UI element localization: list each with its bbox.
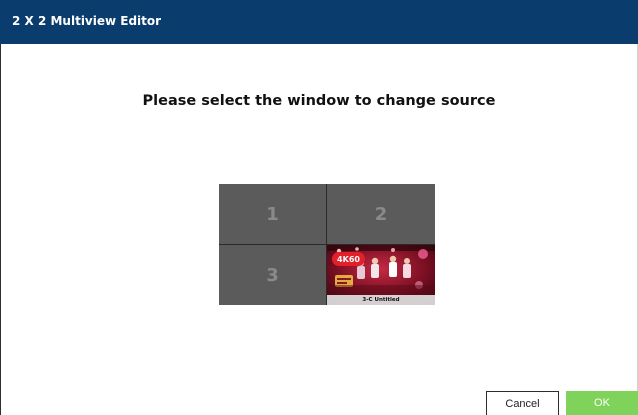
multiview-grid: 1 2 3 4K60 3-C Untitled [219, 184, 435, 305]
resolution-badge: 4K60 [332, 252, 365, 266]
window-cell-3[interactable]: 3 [219, 245, 326, 305]
window-cell-1[interactable]: 1 [219, 184, 326, 244]
ok-button[interactable]: OK [566, 391, 638, 415]
window-number: 3 [266, 264, 279, 286]
cancel-button[interactable]: Cancel [486, 391, 559, 415]
window-number: 1 [266, 203, 279, 225]
window-title: 2 X 2 Multiview Editor [12, 14, 162, 28]
window-cell-2[interactable]: 2 [327, 184, 435, 244]
window-number: 2 [374, 203, 388, 225]
window-cell-4[interactable]: 4K60 3-C Untitled [327, 245, 435, 305]
instruction-heading: Please select the window to change sourc… [142, 93, 496, 109]
title-bar: 2 X 2 Multiview Editor [0, 0, 638, 44]
source-caption: 3-C Untitled [327, 295, 435, 305]
